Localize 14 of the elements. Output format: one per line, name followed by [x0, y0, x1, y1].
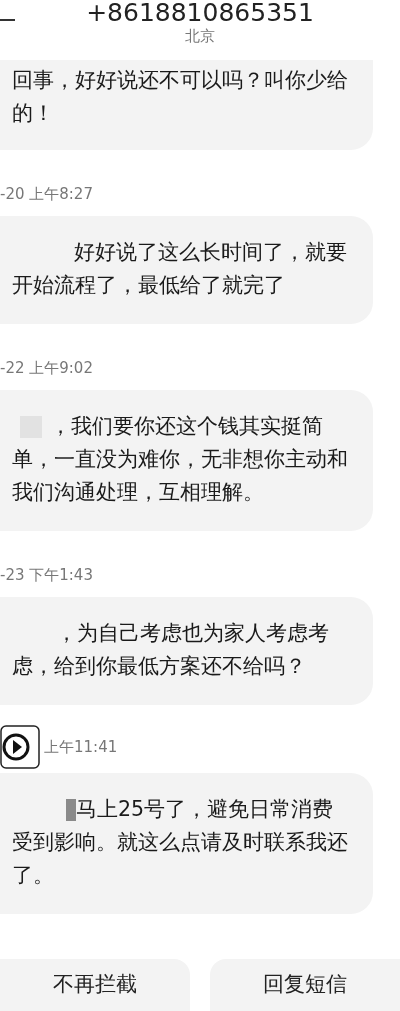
timestamp: 上午11:41 — [44, 737, 118, 757]
message-text: 马上25号了，避免日常消费受到影响。就这么点请及时联系我还了。 — [12, 796, 349, 889]
location-label: 北京 — [185, 26, 215, 46]
timestamp: -20 上午8:27 — [0, 184, 93, 204]
message-text: 好好说了这么长时间了，就要开始流程了，最低给了就完了 — [12, 239, 348, 299]
action-button[interactable]: 回复短信 — [210, 959, 400, 1011]
action-button[interactable]: 不再拦截 — [0, 959, 190, 1011]
phone-number: +8618810865351 — [86, 0, 314, 26]
message-text: ，我们要你还这个钱其实挺简单，一直没为难你，无非想你主动和我们沟通处理，互相理解。 — [12, 413, 349, 506]
play-icon[interactable] — [0, 725, 40, 769]
message-text: 回事，好好说还不可以吗？叫你少给的！ — [12, 67, 349, 127]
timestamp: -22 上午9:02 — [0, 358, 93, 378]
message-text: ，为自己考虑也为家人考虑考虑，给到你最低方案还不给吗？ — [12, 620, 330, 680]
timestamp: -23 下午1:43 — [0, 565, 93, 585]
